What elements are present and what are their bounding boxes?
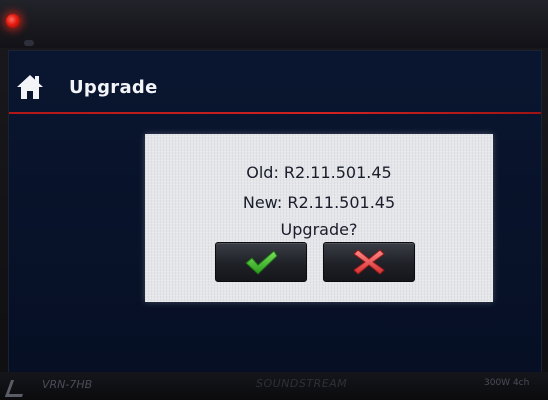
- checkmark-icon: [245, 250, 278, 275]
- display-screen: Upgrade Old: R2.11.501.45 New: R2.11.501…: [8, 50, 542, 374]
- upgrade-question: Upgrade?: [280, 220, 358, 239]
- bottom-bezel: VRN-7HB SOUNDSTREAM 300W 4ch: [0, 372, 548, 400]
- new-version-text: New: R2.11.501.45: [242, 193, 396, 212]
- confirm-button[interactable]: [215, 242, 307, 282]
- bezel-sensor: [24, 40, 34, 46]
- power-label: 300W 4ch: [484, 378, 530, 388]
- head-unit-frame: Upgrade Old: R2.11.501.45 New: R2.11.501…: [0, 0, 548, 400]
- title-divider: [9, 112, 541, 114]
- brand-label: SOUNDSTREAM: [256, 377, 348, 390]
- upgrade-dialog: Old: R2.11.501.45 New: R2.11.501.45 Upgr…: [145, 134, 493, 302]
- title-bar: Upgrade: [9, 63, 541, 114]
- old-version-text: Old: R2.11.501.45: [246, 163, 392, 182]
- bezel-hook-icon: [4, 380, 29, 397]
- power-led: [6, 14, 20, 28]
- cross-icon: [353, 249, 385, 275]
- page-title: Upgrade: [69, 77, 158, 98]
- model-label: VRN-7HB: [42, 378, 93, 391]
- home-icon[interactable]: [15, 73, 45, 101]
- cancel-button[interactable]: [323, 242, 415, 282]
- top-bezel: [0, 0, 548, 48]
